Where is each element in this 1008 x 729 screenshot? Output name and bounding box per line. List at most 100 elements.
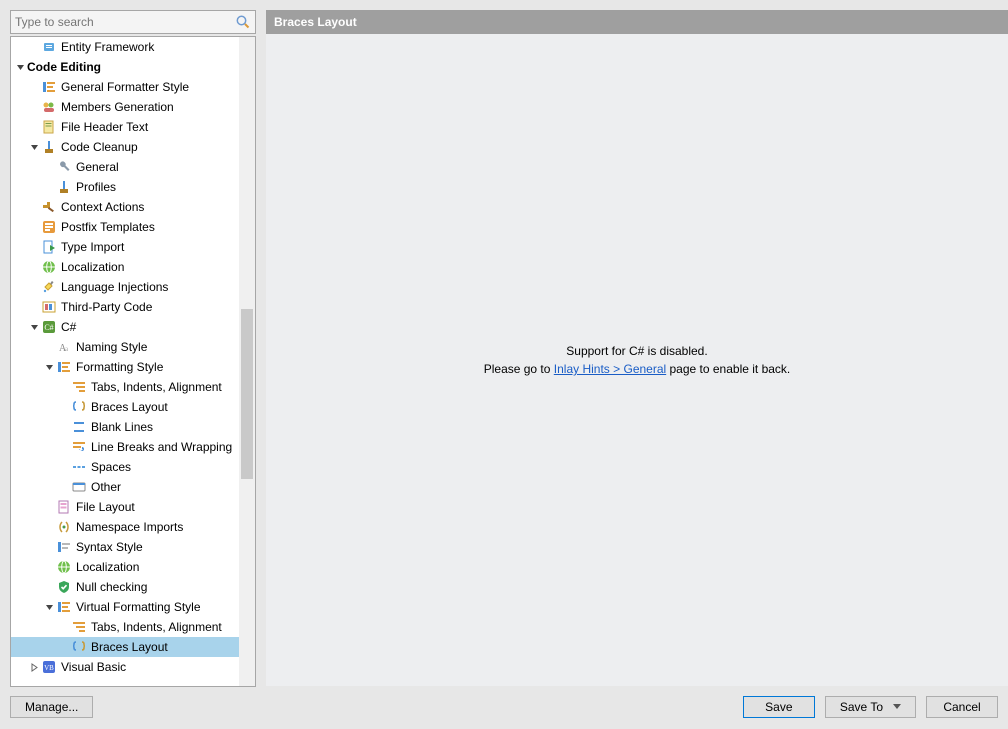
tree-item[interactable]: Other bbox=[11, 477, 239, 497]
caret-down-icon[interactable] bbox=[15, 62, 25, 72]
tree-item-label: Line Breaks and Wrapping bbox=[91, 440, 232, 454]
tree-item-label: Profiles bbox=[76, 180, 116, 194]
manage-button[interactable]: Manage... bbox=[10, 696, 93, 718]
naming-icon: Aa bbox=[56, 339, 72, 355]
ns-icon bbox=[56, 519, 72, 535]
tree-item[interactable]: Profiles bbox=[11, 177, 239, 197]
tree-item[interactable]: Type Import bbox=[11, 237, 239, 257]
tree-item[interactable]: Blank Lines bbox=[11, 417, 239, 437]
tree-item[interactable]: Code Editing bbox=[11, 57, 239, 77]
tree-item[interactable]: Spaces bbox=[11, 457, 239, 477]
tree-item[interactable]: Entity Framework bbox=[11, 37, 239, 57]
tree-item[interactable]: Tabs, Indents, Alignment bbox=[11, 617, 239, 637]
tree-item[interactable]: Code Cleanup bbox=[11, 137, 239, 157]
tree-item[interactable]: Null checking bbox=[11, 577, 239, 597]
save-button[interactable]: Save bbox=[743, 696, 815, 718]
search-box[interactable] bbox=[10, 10, 256, 34]
tree-item-label: Tabs, Indents, Alignment bbox=[91, 620, 222, 634]
tree-item-label: Members Generation bbox=[61, 100, 174, 114]
wrap-icon bbox=[71, 439, 87, 455]
tree-item[interactable]: VBVisual Basic bbox=[11, 657, 239, 677]
tree-item[interactable]: Syntax Style bbox=[11, 537, 239, 557]
tree-item-label: C# bbox=[61, 320, 76, 334]
tree-item[interactable]: AaNaming Style bbox=[11, 337, 239, 357]
tree-item[interactable]: Namespace Imports bbox=[11, 517, 239, 537]
search-icon[interactable] bbox=[235, 14, 251, 30]
formatter-icon bbox=[41, 79, 57, 95]
tree-item-label: Localization bbox=[61, 260, 124, 274]
caret-down-icon[interactable] bbox=[44, 602, 54, 612]
tree-item-label: Virtual Formatting Style bbox=[76, 600, 201, 614]
third-icon bbox=[41, 299, 57, 315]
tree-item-label: Braces Layout bbox=[91, 640, 168, 654]
filelay-icon bbox=[56, 499, 72, 515]
tree-scrollbar-thumb[interactable] bbox=[241, 309, 253, 479]
broom-icon bbox=[41, 139, 57, 155]
null-icon bbox=[56, 579, 72, 595]
chevron-down-icon bbox=[893, 704, 901, 710]
tree-item-label: Code Cleanup bbox=[61, 140, 138, 154]
entity-icon bbox=[41, 39, 57, 55]
tree-item[interactable]: Line Breaks and Wrapping bbox=[11, 437, 239, 457]
formatter-icon bbox=[56, 599, 72, 615]
tree-item[interactable]: General bbox=[11, 157, 239, 177]
tree-item[interactable]: Localization bbox=[11, 557, 239, 577]
inlay-hints-general-link[interactable]: Inlay Hints > General bbox=[554, 362, 666, 376]
tree-item[interactable]: File Header Text bbox=[11, 117, 239, 137]
tree-item-label: Braces Layout bbox=[91, 400, 168, 414]
nav-tree[interactable]: Entity Framework Code Editing General Form… bbox=[11, 37, 239, 686]
tree-item-label: Localization bbox=[76, 560, 139, 574]
blank-icon bbox=[71, 419, 87, 435]
tree-item[interactable]: Formatting Style bbox=[11, 357, 239, 377]
tree-scrollbar[interactable] bbox=[239, 37, 255, 686]
tree-item-label: Namespace Imports bbox=[76, 520, 183, 534]
cancel-button[interactable]: Cancel bbox=[926, 696, 998, 718]
tree-item[interactable]: Localization bbox=[11, 257, 239, 277]
caret-down-icon[interactable] bbox=[29, 322, 39, 332]
content-title: Braces Layout bbox=[274, 15, 357, 29]
tree-item-label: Context Actions bbox=[61, 200, 144, 214]
caret-down-icon[interactable] bbox=[29, 142, 39, 152]
tree-item-label: Tabs, Indents, Alignment bbox=[91, 380, 222, 394]
tree-item-label: File Header Text bbox=[61, 120, 148, 134]
tree-item[interactable]: Members Generation bbox=[11, 97, 239, 117]
tree-item[interactable]: Virtual Formatting Style bbox=[11, 597, 239, 617]
tree-item[interactable]: C# C# bbox=[11, 317, 239, 337]
tree-item-label: Code Editing bbox=[27, 60, 101, 74]
local-icon bbox=[41, 259, 57, 275]
tabs-icon bbox=[71, 379, 87, 395]
svg-text:C#: C# bbox=[44, 323, 53, 332]
search-input[interactable] bbox=[11, 12, 235, 32]
tree-item-label: General bbox=[76, 160, 119, 174]
tree-item[interactable]: Braces Layout bbox=[11, 397, 239, 417]
svg-text:a: a bbox=[65, 345, 69, 353]
save-to-button[interactable]: Save To bbox=[825, 696, 916, 718]
tree-item-label: File Layout bbox=[76, 500, 135, 514]
tree-item[interactable]: Third-Party Code bbox=[11, 297, 239, 317]
sidebar: Entity Framework Code Editing General Form… bbox=[10, 10, 256, 686]
formatter-icon bbox=[56, 359, 72, 375]
tree-item[interactable]: File Layout bbox=[11, 497, 239, 517]
caret-down-icon[interactable] bbox=[44, 362, 54, 372]
tree-item[interactable]: Context Actions bbox=[11, 197, 239, 217]
cs-icon: C# bbox=[41, 319, 57, 335]
spaces-icon bbox=[71, 459, 87, 475]
local-icon bbox=[56, 559, 72, 575]
svg-text:VB: VB bbox=[44, 664, 54, 672]
tree-item[interactable]: Braces Layout bbox=[11, 637, 239, 657]
wrench-icon bbox=[56, 159, 72, 175]
disabled-message: Support for C# is disabled. Please go to… bbox=[484, 342, 791, 378]
tree-item[interactable]: Language Injections bbox=[11, 277, 239, 297]
other-icon bbox=[71, 479, 87, 495]
tree-item[interactable]: Tabs, Indents, Alignment bbox=[11, 377, 239, 397]
content-area: Support for C# is disabled. Please go to… bbox=[266, 34, 1008, 686]
tree-item-label: Type Import bbox=[61, 240, 124, 254]
broom-icon bbox=[56, 179, 72, 195]
vb-icon: VB bbox=[41, 659, 57, 675]
tree-item[interactable]: General Formatter Style bbox=[11, 77, 239, 97]
tree-item-label: Formatting Style bbox=[76, 360, 163, 374]
tree-item[interactable]: Postfix Templates bbox=[11, 217, 239, 237]
caret-right-icon[interactable] bbox=[29, 662, 39, 672]
syntax-icon bbox=[56, 539, 72, 555]
tree-item-label: Third-Party Code bbox=[61, 300, 152, 314]
